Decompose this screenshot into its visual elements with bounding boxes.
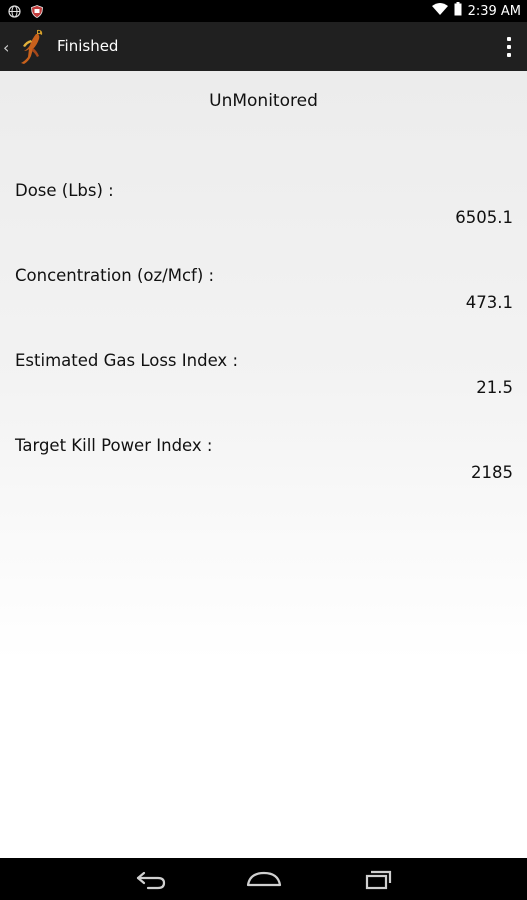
back-icon[interactable] <box>130 864 174 894</box>
navigation-bar <box>0 858 527 900</box>
globe-icon <box>8 3 21 22</box>
content-area: UnMonitored Dose (Lbs) : 6505.1 Concentr… <box>0 71 527 858</box>
kill-power-index-label: Target Kill Power Index : <box>15 436 213 455</box>
up-caret-icon[interactable]: ‹ <box>3 38 9 57</box>
dose-label: Dose (Lbs) : <box>15 181 114 200</box>
app-logo-icon[interactable] <box>15 27 47 65</box>
kill-power-index-value: 2185 <box>471 463 513 482</box>
recents-icon[interactable] <box>354 864 398 894</box>
status-time: 2:39 AM <box>467 3 521 19</box>
overflow-menu-icon[interactable] <box>505 37 513 57</box>
concentration-value: 473.1 <box>465 293 513 312</box>
concentration-label: Concentration (oz/Mcf) : <box>15 266 215 285</box>
status-bar: 2:39 AM <box>0 0 527 22</box>
gas-loss-index-label: Estimated Gas Loss Index : <box>15 351 238 370</box>
shield-icon <box>31 3 43 22</box>
action-bar-title: Finished <box>57 37 119 55</box>
gas-loss-index-value: 21.5 <box>476 378 513 397</box>
action-bar: ‹ Finished <box>0 22 527 71</box>
home-icon[interactable] <box>242 864 286 894</box>
screen: 2:39 AM ‹ Finished UnMonitored Dose (Lbs… <box>0 0 527 900</box>
dose-value: 6505.1 <box>455 208 513 227</box>
mode-title: UnMonitored <box>209 91 318 111</box>
wifi-icon <box>431 2 448 20</box>
battery-icon <box>454 2 462 20</box>
